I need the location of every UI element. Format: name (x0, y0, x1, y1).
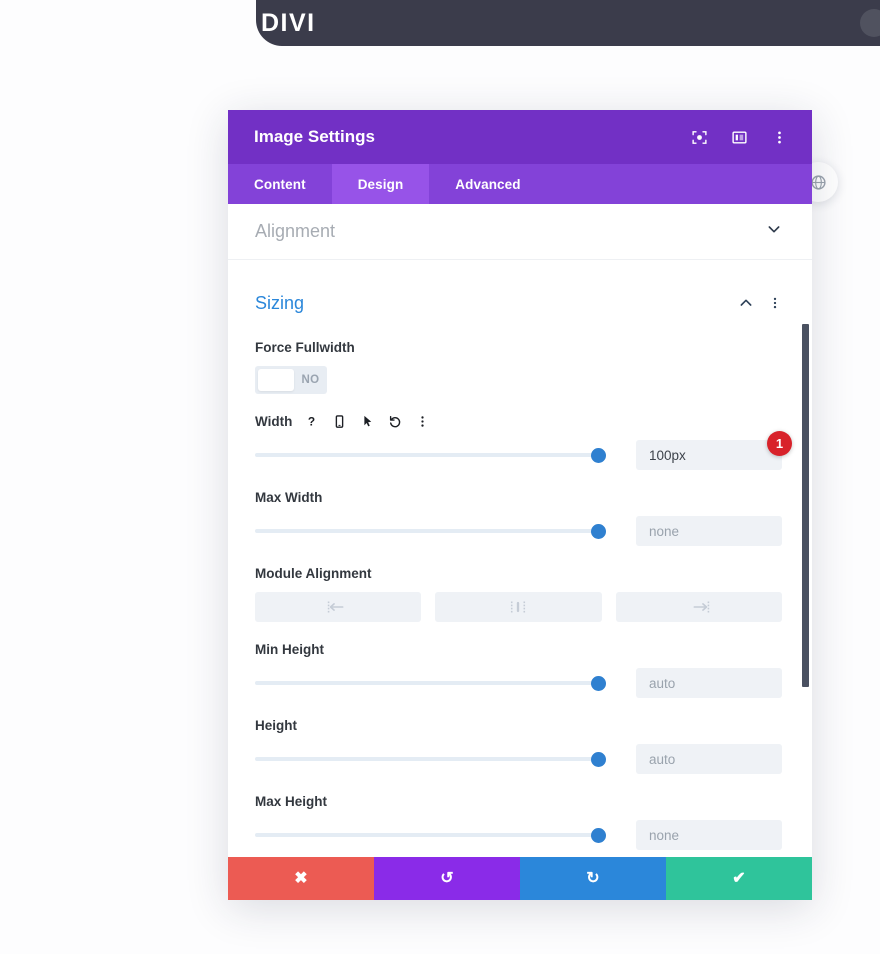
max-width-control-row: none (255, 516, 782, 546)
max-width-label: Max Width (255, 490, 323, 505)
max-width-slider[interactable] (255, 521, 606, 541)
height-input-placeholder: auto (649, 751, 676, 767)
height-input[interactable]: auto (636, 744, 782, 774)
tab-content-label: Content (254, 176, 306, 192)
tab-content[interactable]: Content (228, 164, 332, 204)
more-vertical-icon[interactable] (764, 122, 794, 152)
tab-design-label: Design (357, 176, 404, 192)
max-width-slider-track (255, 529, 606, 533)
width-input-value: 100px (649, 447, 686, 463)
close-icon: ✖ (294, 869, 308, 887)
redo-button[interactable]: ↻ (520, 857, 666, 900)
image-settings-modal: Image Settings Content Design Advanced A… (228, 110, 812, 900)
max-width-slider-handle[interactable] (591, 524, 606, 539)
modal-footer: ✖ ↺ ↻ ✔ (228, 857, 812, 900)
modal-body: Alignment Sizing Force Fullwidth NO Widt… (228, 204, 812, 857)
min-height-control-row: auto (255, 668, 782, 698)
force-fullwidth-label: Force Fullwidth (255, 340, 355, 355)
height-control-row: auto (255, 744, 782, 774)
more-vertical-icon[interactable] (416, 415, 429, 428)
width-label-icons: ? (304, 414, 429, 429)
width-label-row: Width ? (255, 414, 782, 429)
height-label: Height (255, 718, 297, 733)
width-input[interactable]: 100px 1 (636, 431, 792, 470)
mobile-icon[interactable] (332, 414, 347, 429)
chevron-up-icon[interactable] (738, 295, 754, 311)
min-height-slider-handle[interactable] (591, 676, 606, 691)
max-height-label: Max Height (255, 794, 328, 809)
modal-header: Image Settings (228, 110, 812, 164)
max-width-input[interactable]: none (636, 516, 782, 546)
align-right-button[interactable] (615, 592, 782, 622)
module-alignment-group (255, 592, 782, 622)
divi-toolbar: DIVI (256, 0, 880, 46)
check-icon: ✔ (732, 869, 746, 887)
width-label: Width (255, 414, 293, 429)
field-min-height: Min Height auto (228, 642, 812, 698)
max-height-slider-track (255, 833, 606, 837)
module-alignment-label: Module Alignment (255, 566, 372, 581)
width-slider-track (255, 453, 606, 457)
section-sizing-title: Sizing (255, 292, 305, 313)
max-width-input-placeholder: none (649, 523, 680, 539)
max-height-slider[interactable] (255, 825, 606, 845)
max-height-slider-handle[interactable] (591, 828, 606, 843)
width-slider-handle[interactable] (591, 448, 606, 463)
tab-design[interactable]: Design (331, 164, 430, 204)
field-force-fullwidth: Force Fullwidth NO (228, 340, 812, 394)
reset-icon[interactable] (388, 414, 403, 429)
max-height-control-row: none (255, 820, 782, 850)
field-max-height: Max Height none (228, 794, 812, 850)
align-right-icon (693, 601, 710, 613)
min-height-input-placeholder: auto (649, 675, 676, 691)
focus-target-icon[interactable] (684, 122, 714, 152)
field-height: Height auto (228, 718, 812, 774)
screen: DIVI Image Settings Content Design Advan… (0, 0, 880, 954)
section-alignment[interactable]: Alignment (228, 204, 812, 260)
panel-layout-icon[interactable] (724, 122, 754, 152)
tab-advanced-label: Advanced (455, 176, 521, 192)
tab-advanced[interactable]: Advanced (429, 164, 546, 204)
vertical-scrollbar-thumb[interactable] (802, 324, 809, 687)
toggle-value: NO (301, 374, 320, 386)
modal-tabs: Content Design Advanced (228, 164, 812, 204)
svg-text:?: ? (308, 414, 315, 428)
field-max-width: Max Width none (228, 490, 812, 546)
status-badge: 1 (767, 431, 792, 456)
undo-icon: ↺ (440, 869, 454, 887)
redo-icon: ↻ (586, 869, 600, 887)
force-fullwidth-toggle[interactable]: NO (255, 366, 327, 394)
chevron-down-icon[interactable] (766, 221, 782, 242)
divi-logo: DIVI (261, 8, 316, 37)
align-left-button[interactable] (255, 592, 422, 622)
save-button[interactable]: ✔ (666, 857, 812, 900)
undo-button[interactable]: ↺ (374, 857, 520, 900)
min-height-input[interactable]: auto (636, 668, 782, 698)
help-icon[interactable]: ? (304, 414, 319, 429)
height-slider-track (255, 757, 606, 761)
section-sizing-more-icon[interactable] (768, 296, 782, 310)
max-height-input[interactable]: none (636, 820, 782, 850)
close-button[interactable]: ✖ (228, 857, 374, 900)
height-slider[interactable] (255, 749, 606, 769)
cursor-icon[interactable] (360, 414, 375, 429)
min-height-slider-track (255, 681, 606, 685)
min-height-label: Min Height (255, 642, 324, 657)
align-center-button[interactable] (435, 592, 602, 622)
align-left-icon (327, 601, 344, 613)
toggle-knob (258, 369, 294, 391)
divi-toolbar-right-button[interactable] (860, 9, 880, 37)
max-height-input-placeholder: none (649, 827, 680, 843)
width-slider[interactable] (255, 445, 606, 465)
field-module-alignment: Module Alignment (228, 566, 812, 622)
width-control-row: 100px 1 (255, 431, 792, 470)
field-width: Width ? 100px 1 (228, 414, 812, 470)
page-title: Image Settings (254, 127, 375, 146)
min-height-slider[interactable] (255, 673, 606, 693)
section-alignment-title: Alignment (255, 221, 336, 241)
height-slider-handle[interactable] (591, 752, 606, 767)
section-sizing-header[interactable]: Sizing (228, 260, 812, 320)
align-center-icon (511, 601, 526, 613)
globe-icon (810, 174, 826, 190)
